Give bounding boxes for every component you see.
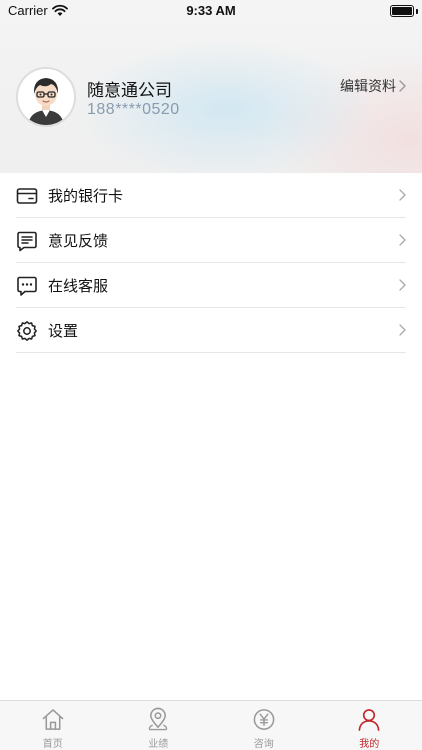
bank-card-icon — [16, 187, 38, 204]
location-pin-icon — [149, 707, 168, 731]
edit-profile-button[interactable]: 编辑资料 — [340, 76, 406, 96]
tab-performance[interactable]: 业绩 — [106, 701, 212, 750]
status-bar: Carrier 9:33 AM — [0, 0, 422, 24]
menu-item-online-service[interactable]: 在线客服 — [0, 263, 422, 308]
menu-item-label: 我的银行卡 — [48, 187, 124, 205]
tab-label: 首页 — [42, 739, 63, 750]
menu-item-feedback[interactable]: 意见反馈 — [0, 218, 422, 263]
chevron-right-icon — [399, 234, 406, 246]
yen-coin-icon — [253, 709, 275, 730]
avatar[interactable] — [16, 67, 76, 127]
edit-profile-label: 编辑资料 — [340, 79, 396, 95]
profile-name: 随意通公司 — [87, 81, 172, 101]
tab-label: 业绩 — [148, 739, 169, 750]
chevron-right-icon — [399, 80, 406, 92]
settings-menu: 我的银行卡 意见反馈 在线客服 设置 — [0, 173, 422, 353]
tab-label: 我的 — [359, 739, 380, 750]
tab-home[interactable]: 首页 — [0, 701, 106, 750]
menu-item-label: 意见反馈 — [48, 232, 109, 250]
tab-mine[interactable]: 我的 — [317, 701, 422, 750]
profile-phone: 188****0520 — [87, 101, 180, 118]
tab-bar: 首页 业绩 咨询 我的 — [0, 700, 422, 750]
menu-item-bank-card[interactable]: 我的银行卡 — [0, 173, 422, 218]
tab-label: 咨询 — [253, 739, 274, 750]
chevron-right-icon — [399, 189, 406, 201]
battery-tip — [416, 9, 418, 14]
chat-icon — [17, 276, 37, 296]
clock: 9:33 AM — [186, 3, 236, 18]
menu-item-label: 设置 — [48, 322, 79, 340]
avatar-illustration — [18, 69, 74, 125]
home-icon — [42, 709, 64, 730]
tab-consult[interactable]: 咨询 — [211, 701, 317, 750]
chevron-right-icon — [399, 324, 406, 336]
battery-icon — [390, 5, 414, 17]
menu-item-settings[interactable]: 设置 — [0, 308, 422, 353]
person-icon — [358, 709, 380, 731]
gear-icon — [17, 320, 37, 341]
chevron-right-icon — [399, 279, 406, 291]
menu-item-label: 在线客服 — [48, 277, 109, 295]
feedback-icon — [17, 231, 37, 251]
